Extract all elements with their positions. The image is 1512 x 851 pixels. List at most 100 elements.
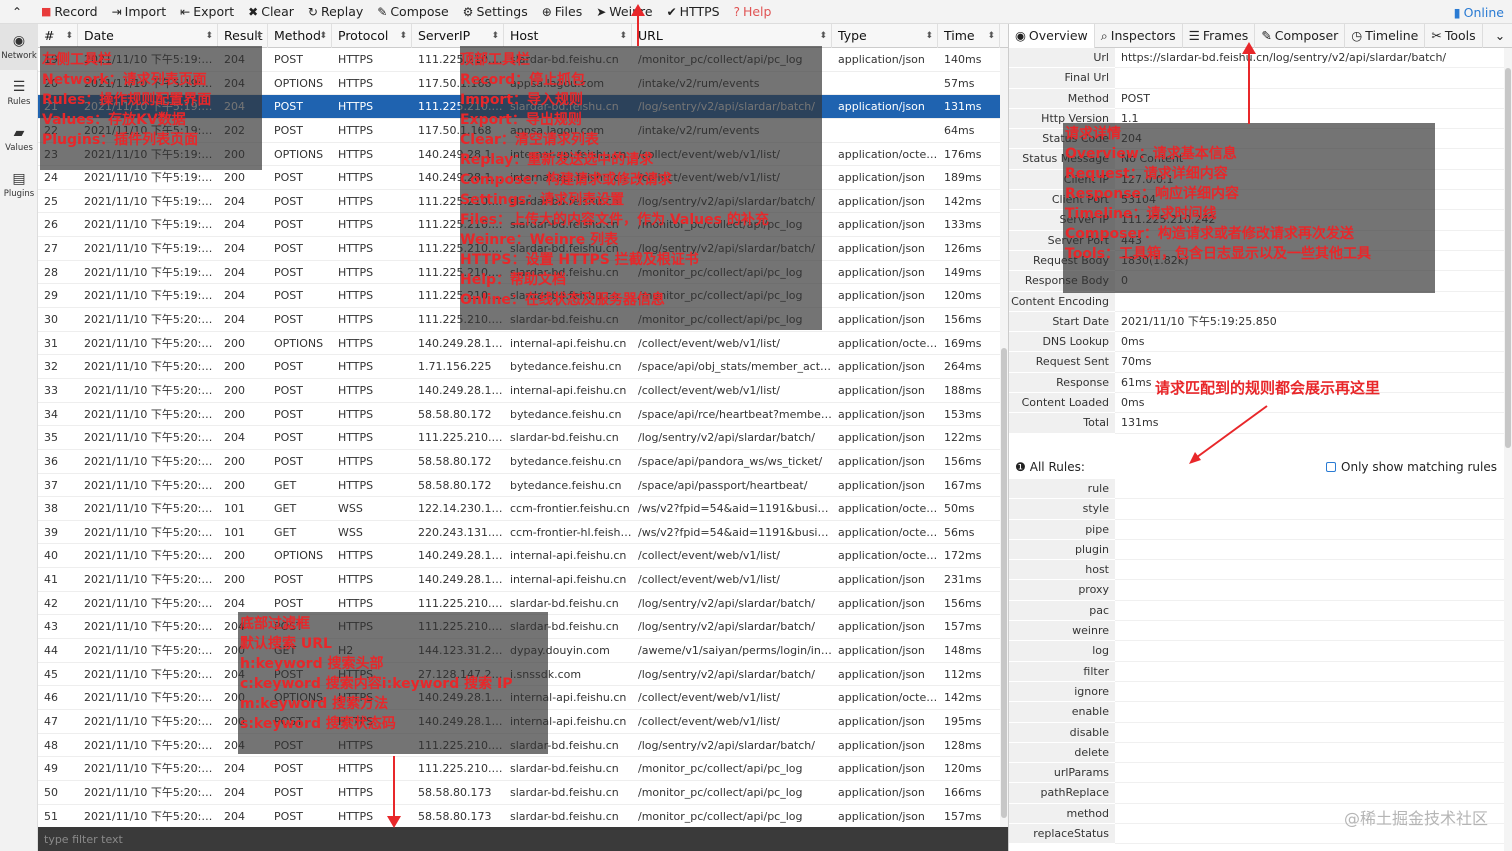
online-label: Online [1463, 4, 1504, 20]
tab-timeline[interactable]: ◷ Timeline [1345, 24, 1426, 48]
table-cell: 58.58.80.173 [418, 809, 492, 823]
more-tabs-button[interactable]: ⌄ [1488, 24, 1512, 48]
detail-tabs: ◉ Overview ⌕ Inspectors ☰ Frames ✎ Composer ◷ Tim… [1009, 24, 1512, 48]
detail-annotation: 请求详情 Overview：请求基本信息 Request：请求详细内容 Respons… [1065, 124, 1371, 264]
import-button[interactable]: ⇥ Import [105, 0, 174, 24]
overview-value[interactable]: 131ms [1115, 413, 1505, 434]
https-button[interactable]: ✔ HTTPS [660, 0, 727, 24]
compose-button[interactable]: ✎ Compose [370, 0, 455, 24]
table-row[interactable]: 35 2021/11/10 下午5:20:07.752 204 POST HTTPS 11… [38, 426, 1000, 450]
toolbar-items: ■ Record ⇥ Import ⇤ Export ✖ Clear ↻ Replay ✎ Compo… [34, 0, 778, 24]
table-row[interactable]: 512021/11/10 下午5:20:58.529204POSTHTTPS58… [38, 805, 1000, 828]
overview-value[interactable]: 0ms [1115, 332, 1505, 353]
sidebar-item-network[interactable]: ◉ Network [0, 24, 38, 70]
column-header-result[interactable]: Result ⬍ [218, 24, 268, 48]
table-row[interactable]: 33 2021/11/10 下午5:20:06.478 200 POST HTTPS 14… [38, 379, 1000, 403]
files-button[interactable]: ⊕ Files [535, 0, 590, 24]
table-cell: application/json [838, 431, 925, 445]
table-cell: /log/sentry/v2/api/slardar/batch/ [638, 596, 815, 610]
table-row[interactable]: 40 2021/11/10 下午5:20:22.675 200 OPTIONS HTTP… [38, 544, 1000, 569]
tab-inspectors[interactable]: ⌕ Inspectors [1095, 24, 1183, 48]
overview-value[interactable] [1115, 292, 1505, 312]
detail-scrollbar[interactable] [1504, 48, 1512, 851]
table-cell: internal-api.feishu.cn [510, 549, 627, 563]
column-header-serverip[interactable]: ServerIP ⬍ [412, 24, 504, 48]
column-header-num[interactable]: # ⬍ [38, 24, 78, 48]
table-cell: 101 [224, 525, 245, 539]
sidebar-item-values[interactable]: ▰ Values [0, 116, 38, 162]
table-row[interactable]: 41 2021/11/10 下午5:20:22.849 200 POST HTTPS 14… [38, 568, 1000, 592]
table-cell: /collect/event/web/v1/list/ [638, 691, 780, 705]
column-header-host[interactable]: Host ⬍ [504, 24, 632, 48]
sidebar-item-plugins[interactable]: ▤ Plugins [0, 162, 38, 208]
column-header-time[interactable]: Time ⬍ [938, 24, 1000, 48]
overview-value[interactable]: POST [1115, 89, 1505, 109]
table-cell: 42 [44, 596, 58, 610]
collapse-toolbar-button[interactable]: ⌃ [0, 0, 34, 24]
column-header-date[interactable]: Date ⬍ [78, 24, 218, 48]
table-cell: HTTPS [338, 218, 374, 232]
scrollbar-thumb[interactable] [1505, 68, 1511, 448]
table-cell: POST [274, 383, 303, 397]
tab-tools[interactable]: ✂ Tools [1425, 24, 1483, 48]
table-cell: 200 [224, 573, 245, 587]
scrollbar-thumb[interactable] [1001, 348, 1007, 818]
table-row[interactable]: 50 2021/11/10 下午5:20:56.243 204 POST HTTPS 58… [38, 781, 1000, 805]
record-button[interactable]: ■ Record [34, 0, 105, 24]
table-row[interactable]: 31 2021/11/10 下午5:20:06.307 200 OPTIONS HTTP… [38, 332, 1000, 356]
overview-value[interactable] [1115, 68, 1505, 89]
filter-input[interactable] [38, 827, 1008, 851]
table-cell: slardar-bd.feishu.cn [510, 785, 619, 799]
overview-value[interactable]: https://slardar-bd.feishu.cn/log/sentry/… [1115, 48, 1505, 69]
table-cell: OPTIONS [274, 336, 324, 350]
overview-value[interactable]: 2021/11/10 下午5:19:25.850 [1115, 312, 1505, 333]
table-row[interactable]: 38 2021/11/10 下午5:20:22.609 101 GET WSS 122.1… [38, 497, 1000, 521]
export-button[interactable]: ⇤ Export [173, 0, 241, 24]
settings-button[interactable]: ⚙ Settings [456, 0, 535, 24]
table-cell: 188ms [944, 383, 982, 397]
table-cell: application/json [838, 289, 925, 303]
table-cell: POST [274, 454, 303, 468]
table-row[interactable]: 39 2021/11/10 下午5:20:22.611 101 GET WSS 220.2… [38, 521, 1000, 545]
overview-row: DNS Lookup 0ms [1009, 332, 1505, 353]
overview-value[interactable]: 70ms [1115, 352, 1505, 373]
help-button[interactable]: ? Help [727, 0, 779, 24]
table-cell: 195ms [944, 714, 982, 728]
overview-key: Total [1009, 413, 1115, 434]
table-cell: application/json [838, 218, 925, 232]
weinre-button[interactable]: ➤ Weinre [589, 0, 659, 24]
clear-button[interactable]: ✖ Clear [241, 0, 301, 24]
table-cell: 140.249.28.172 [418, 549, 504, 563]
online-status[interactable]: ▮ Online [1454, 0, 1504, 24]
tab-overview[interactable]: ◉ Overview [1009, 24, 1095, 48]
table-row[interactable]: 34 2021/11/10 下午5:20:06.588 200 POST HTTPS 58… [38, 403, 1000, 427]
column-header-url[interactable]: URL ⬍ [632, 24, 832, 48]
annotation-line: Request：请求详细内容 [1065, 166, 1228, 182]
table-cell: POST [274, 171, 303, 185]
table-row[interactable]: 37 2021/11/10 下午5:20:22.601 200 GET HTTPS 58.… [38, 474, 1000, 498]
table-cell: HTTPS [338, 53, 374, 66]
overview-key: Request Sent [1009, 352, 1115, 373]
only-matching-toggle[interactable]: Only show matching rules [1326, 460, 1497, 474]
table-row[interactable]: 36 2021/11/10 下午5:20:22.442 200 POST HTTPS 58… [38, 450, 1000, 474]
table-cell: 37 [44, 478, 58, 492]
table-cell: 25 [44, 194, 58, 208]
column-header-type[interactable]: Type ⬍ [832, 24, 938, 48]
column-header-label: Method [274, 28, 321, 43]
only-matching-checkbox[interactable] [1326, 462, 1337, 472]
table-cell: application/json [838, 171, 925, 185]
table-row[interactable]: 49 2021/11/10 下午5:20:41.843 204 POST HTTPS 11… [38, 757, 1000, 781]
sidebar-item-rules[interactable]: ☰ Rules [0, 70, 38, 116]
rule-value [1115, 662, 1505, 682]
watermark: @稀土掘金技术社区 [1343, 809, 1488, 828]
table-cell: 204 [224, 242, 245, 256]
tab-composer[interactable]: ✎ Composer [1255, 24, 1346, 48]
rule-row: disable [1009, 722, 1505, 743]
table-cell: 153ms [944, 407, 982, 421]
rule-key: rule [1009, 479, 1115, 500]
column-header-method[interactable]: Method ⬍ [268, 24, 332, 48]
table-row[interactable]: 32 2021/11/10 下午5:20:06.336 200 POST HTTPS 1.… [38, 355, 1000, 379]
column-header-protocol[interactable]: Protocol ⬍ [332, 24, 412, 48]
replay-button[interactable]: ↻ Replay [301, 0, 370, 24]
request-list-scrollbar[interactable] [1000, 48, 1008, 827]
